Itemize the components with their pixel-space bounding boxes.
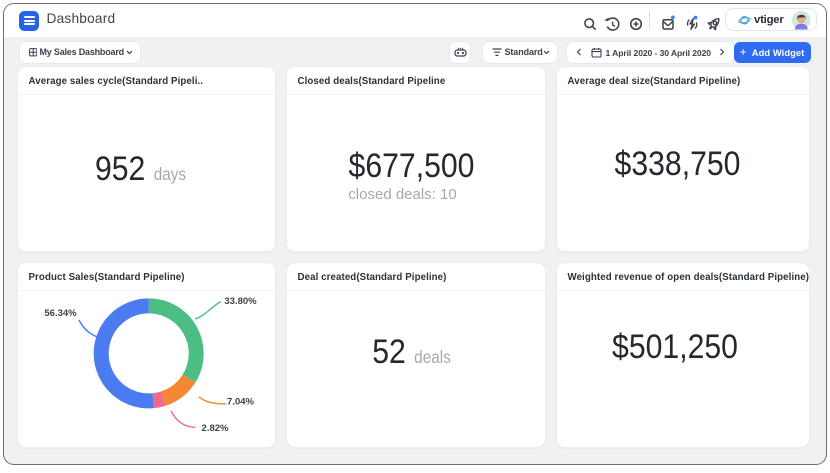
svg-text:7.04%: 7.04% [227,396,254,407]
svg-text:56.34%: 56.34% [44,308,77,319]
svg-text:33.80%: 33.80% [224,296,257,307]
svg-text:2.82%: 2.82% [201,423,228,434]
